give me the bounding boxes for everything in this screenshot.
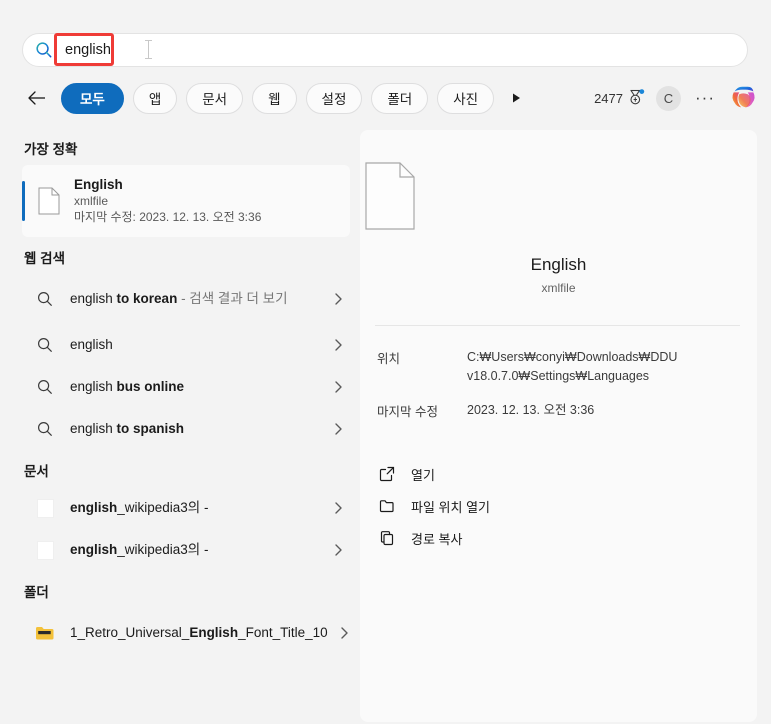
results-list: 가장 정확 English xmlfile 마지막 수정: 2023. 12. … bbox=[0, 128, 358, 724]
section-title-folders: 폴더 bbox=[24, 585, 49, 600]
selection-accent-bar bbox=[22, 181, 25, 221]
overflow-menu-button[interactable]: ··· bbox=[692, 85, 718, 111]
preview-file-name: English bbox=[530, 255, 587, 274]
chevron-right-icon bbox=[328, 422, 350, 436]
filter-chip-photos[interactable]: 사진 bbox=[437, 82, 495, 114]
open-file-location-label: 파일 위치 열기 bbox=[411, 499, 490, 515]
chevron-right-icon bbox=[328, 380, 350, 394]
document-result-item[interactable]: english_wikipedia3의 - bbox=[22, 529, 350, 571]
web-result-item[interactable]: english to spanish bbox=[22, 408, 350, 450]
copy-path-action[interactable]: 경로 복사 bbox=[377, 522, 757, 554]
filter-chip-label: 앱 bbox=[148, 92, 162, 107]
preview-panel: English xmlfile 위치 C:₩Users₩conyi₩Downlo… bbox=[360, 130, 757, 722]
copy-icon bbox=[377, 530, 397, 546]
search-icon bbox=[34, 334, 56, 356]
windows-search-window: english 모두 앱 문서 웹 설정 폴더 사진 2477 C ··· 가장… bbox=[0, 0, 771, 724]
web-result-label: english to korean - 검색 결과 더 보기 bbox=[70, 291, 288, 307]
text-cursor bbox=[145, 40, 152, 59]
meta-key: 위치 bbox=[377, 352, 401, 366]
folder-icon bbox=[34, 622, 56, 644]
document-result-label: english_wikipedia3의 - bbox=[70, 542, 209, 558]
best-match-result[interactable]: English xmlfile 마지막 수정: 2023. 12. 13. 오전… bbox=[22, 165, 350, 237]
preview-divider bbox=[375, 325, 740, 326]
filter-chip-label: 문서 bbox=[202, 92, 228, 107]
section-title-best-match: 가장 정확 bbox=[24, 142, 78, 157]
best-match-type: xmlfile bbox=[74, 194, 109, 209]
rewards-medal-icon bbox=[630, 88, 645, 104]
account-avatar[interactable]: C bbox=[656, 85, 681, 111]
folder-result-item[interactable]: 1_Retro_Universal_English_Font_Title_10 bbox=[22, 608, 350, 658]
filter-chip-web[interactable]: 웹 bbox=[252, 82, 297, 114]
preview-meta-location: 위치 C:₩Users₩conyi₩Downloads₩DDU v18.0.7.… bbox=[377, 348, 757, 387]
overflow-menu-label: ··· bbox=[695, 88, 715, 107]
section-title-web-search: 웹 검색 bbox=[24, 251, 66, 266]
open-external-icon bbox=[377, 466, 397, 482]
file-preview-icon bbox=[365, 162, 415, 230]
search-icon bbox=[34, 376, 56, 398]
copy-path-label: 경로 복사 bbox=[411, 531, 463, 547]
top-right-controls: 2477 C ··· bbox=[594, 80, 759, 116]
best-match-name: English bbox=[74, 177, 123, 193]
best-match-modified: 마지막 수정: 2023. 12. 13. 오전 3:36 bbox=[74, 209, 262, 224]
filter-chip-label: 웹 bbox=[268, 92, 281, 107]
search-icon bbox=[34, 418, 56, 440]
document-thumbnail-icon bbox=[34, 539, 56, 561]
web-result-label: english to spanish bbox=[70, 421, 185, 437]
open-action-label: 열기 bbox=[411, 467, 435, 483]
section-title-documents: 문서 bbox=[24, 464, 49, 479]
search-icon bbox=[36, 42, 52, 58]
open-action[interactable]: 열기 bbox=[377, 458, 757, 490]
web-result-label: english bbox=[70, 337, 113, 353]
meta-value: 2023. 12. 13. 오전 3:36 bbox=[467, 402, 595, 417]
open-file-location-action[interactable]: 파일 위치 열기 bbox=[377, 490, 757, 522]
folder-open-icon bbox=[377, 498, 397, 514]
search-bar[interactable]: english bbox=[22, 33, 748, 67]
preview-actions: 열기 파일 위치 열기 경로 복사 bbox=[377, 458, 757, 554]
filter-chip-settings[interactable]: 설정 bbox=[305, 82, 363, 114]
copilot-icon[interactable] bbox=[729, 83, 759, 113]
document-result-label: english_wikipedia3의 - bbox=[70, 500, 209, 516]
web-result-item[interactable]: english to korean - 검색 결과 더 보기 bbox=[22, 274, 350, 324]
filter-chip-label: 설정 bbox=[321, 92, 347, 107]
web-result-item[interactable]: english bus online bbox=[22, 366, 350, 408]
search-input-value[interactable]: english bbox=[65, 42, 111, 58]
chevron-right-icon bbox=[328, 338, 350, 352]
document-thumbnail-icon bbox=[34, 497, 56, 519]
back-arrow-icon[interactable] bbox=[22, 83, 52, 113]
search-icon bbox=[34, 288, 56, 310]
filter-chip-label: 폴더 bbox=[387, 92, 413, 107]
filter-chip-label: 모두 bbox=[80, 92, 105, 107]
chevron-right-icon bbox=[334, 626, 356, 640]
preview-meta-modified: 마지막 수정 2023. 12. 13. 오전 3:36 bbox=[377, 401, 757, 420]
preview-file-type: xmlfile bbox=[541, 281, 576, 295]
rewards-button[interactable]: 2477 bbox=[594, 88, 645, 108]
web-result-item[interactable]: english bbox=[22, 324, 350, 366]
file-icon bbox=[38, 187, 60, 215]
filter-chip-documents[interactable]: 문서 bbox=[186, 82, 244, 114]
filter-chip-label: 사진 bbox=[453, 92, 479, 107]
filter-chip-apps[interactable]: 앱 bbox=[132, 82, 178, 114]
folder-result-label: 1_Retro_Universal_English_Font_Title_10 bbox=[70, 625, 328, 641]
document-result-item[interactable]: english_wikipedia3의 - bbox=[22, 487, 350, 529]
more-filters-arrow-icon[interactable] bbox=[505, 83, 527, 113]
chevron-right-icon bbox=[328, 543, 350, 557]
meta-value: C:₩Users₩conyi₩Downloads₩DDU v18.0.7.0₩S… bbox=[467, 350, 678, 384]
chevron-right-icon bbox=[328, 292, 350, 306]
filter-chip-folders[interactable]: 폴더 bbox=[371, 82, 429, 114]
meta-key: 마지막 수정 bbox=[377, 404, 438, 419]
filter-chip-all[interactable]: 모두 bbox=[61, 82, 124, 114]
rewards-count: 2477 bbox=[594, 90, 623, 106]
chevron-right-icon bbox=[328, 501, 350, 515]
avatar-initial: C bbox=[663, 90, 674, 106]
web-result-label: english bus online bbox=[70, 379, 185, 395]
